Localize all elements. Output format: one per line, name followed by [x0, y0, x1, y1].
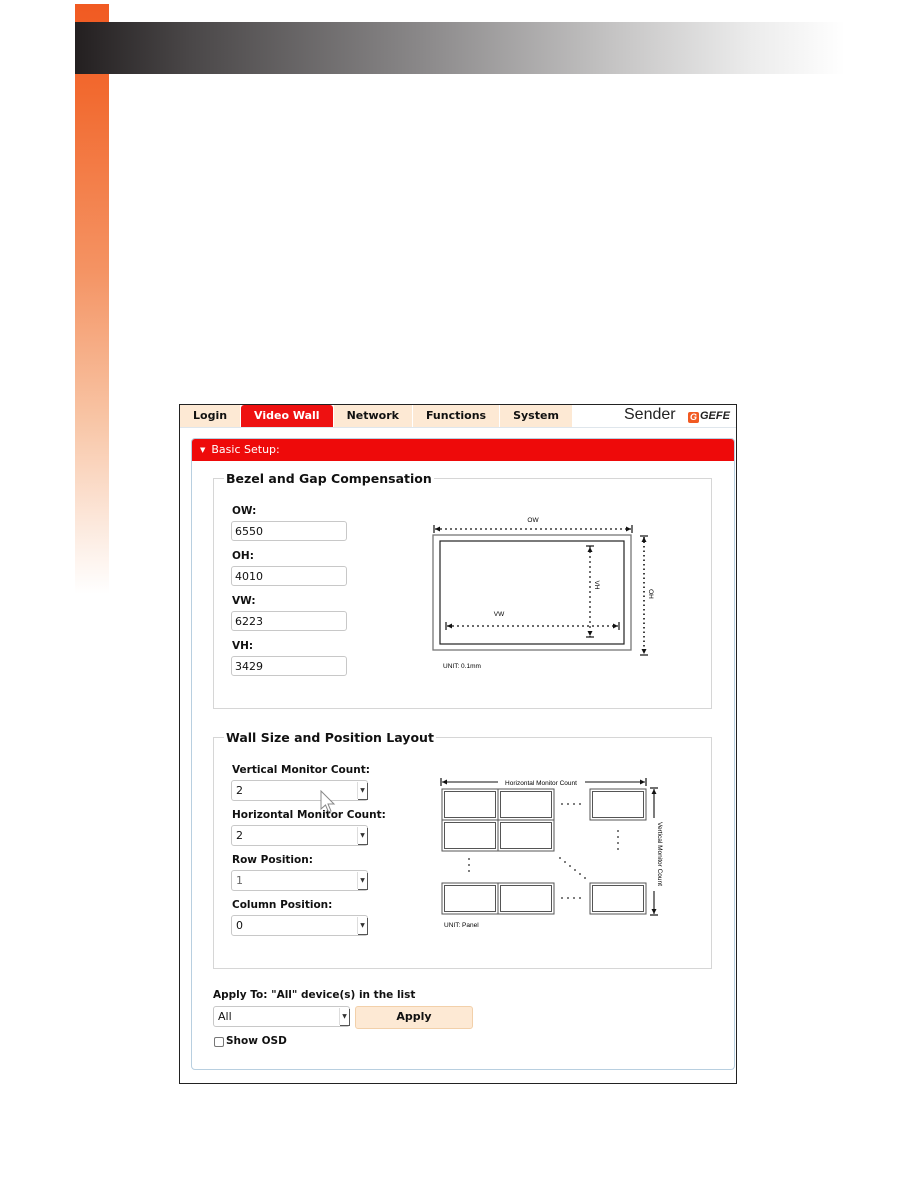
bezel-unit-label: UNIT: 0.1mm — [443, 663, 481, 670]
apply-to-label: Apply To: "All" device(s) in the list — [213, 989, 416, 1001]
tab-login[interactable]: Login — [180, 405, 241, 427]
ow-label: OW: — [232, 505, 257, 517]
vh-label: VH: — [232, 640, 254, 652]
basic-setup-panel: ▼ Basic Setup: Bezel and Gap Compensation… — [191, 438, 735, 1070]
dropdown-arrow-icon: ▼ — [357, 917, 367, 934]
wall-layout-diagram: Horizontal Monitor Count Vertical Monito… — [440, 778, 663, 929]
show-osd-checkbox[interactable] — [214, 1037, 224, 1047]
web-ui-screenshot: Login Video Wall Network Functions Syste… — [179, 404, 737, 1084]
device-role-label: Sender — [624, 406, 676, 423]
horizontal-count-diagram-label: Horizontal Monitor Count — [505, 780, 577, 787]
gefen-g-logo-icon: G — [688, 412, 699, 423]
tab-system[interactable]: System — [500, 405, 572, 427]
apply-target-value: All — [218, 1010, 232, 1023]
dropdown-arrow-icon: ▼ — [357, 827, 367, 844]
tab-video-wall[interactable]: Video Wall — [241, 405, 333, 427]
apply-target-select[interactable]: All ▼ — [213, 1006, 350, 1027]
vh-input[interactable]: 3429 — [231, 656, 347, 676]
tab-functions[interactable]: Functions — [412, 405, 500, 427]
wall-unit-label: UNIT: Panel — [444, 922, 479, 929]
tab-network[interactable]: Network — [333, 405, 412, 427]
column-position-value: 0 — [236, 919, 243, 932]
ow-diagram-label: OW — [527, 517, 539, 524]
vh-diagram-label: VH — [593, 580, 600, 589]
bezel-diagram: OW VH VW OH UNIT: 0.1mm — [432, 517, 654, 670]
triangle-down-icon: ▼ — [200, 446, 206, 454]
vertical-count-diagram-label: Vertical Monitor Count — [656, 822, 663, 886]
wall-layout-title: Wall Size and Position Layout — [226, 730, 434, 745]
oh-input[interactable]: 4010 — [231, 566, 347, 586]
row-position-select[interactable]: 1 ▼ — [231, 870, 368, 891]
vw-label: VW: — [232, 595, 256, 607]
basic-setup-header[interactable]: ▼ Basic Setup: — [192, 439, 734, 461]
mouse-pointer-icon — [320, 790, 336, 813]
oh-label: OH: — [232, 550, 254, 562]
vw-diagram-label: VW — [494, 611, 505, 618]
logo-text: GEFE — [700, 410, 730, 422]
inner-panel-frame — [439, 540, 625, 645]
tab-bar: Login Video Wall Network Functions Syste… — [180, 405, 573, 427]
vertical-count-value: 2 — [236, 784, 243, 797]
horizontal-count-label: Horizontal Monitor Count: — [232, 809, 386, 821]
panel-title: Basic Setup: — [211, 443, 280, 456]
apply-button[interactable]: Apply — [355, 1006, 473, 1029]
bezel-title: Bezel and Gap Compensation — [226, 471, 432, 486]
dropdown-arrow-icon: ▼ — [357, 872, 367, 889]
column-position-label: Column Position: — [232, 899, 333, 911]
row-position-label: Row Position: — [232, 854, 313, 866]
horizontal-count-value: 2 — [236, 829, 243, 842]
vw-input[interactable]: 6223 — [231, 611, 347, 631]
ow-input[interactable]: 6550 — [231, 521, 347, 541]
show-osd-label: Show OSD — [226, 1035, 287, 1047]
dropdown-arrow-icon: ▼ — [339, 1008, 349, 1025]
brand-logo: G GEFE — [688, 410, 730, 423]
vertical-count-label: Vertical Monitor Count: — [232, 764, 370, 776]
row-position-value: 1 — [236, 874, 243, 887]
header-gradient-bar — [75, 22, 845, 74]
dropdown-arrow-icon: ▼ — [357, 782, 367, 799]
oh-diagram-label: OH — [647, 589, 654, 599]
vertical-count-select[interactable]: 2 ▼ — [231, 780, 368, 801]
column-position-select[interactable]: 0 ▼ — [231, 915, 368, 936]
horizontal-count-select[interactable]: 2 ▼ — [231, 825, 368, 846]
side-accent-bar — [75, 4, 109, 594]
tab-divider — [180, 427, 736, 428]
